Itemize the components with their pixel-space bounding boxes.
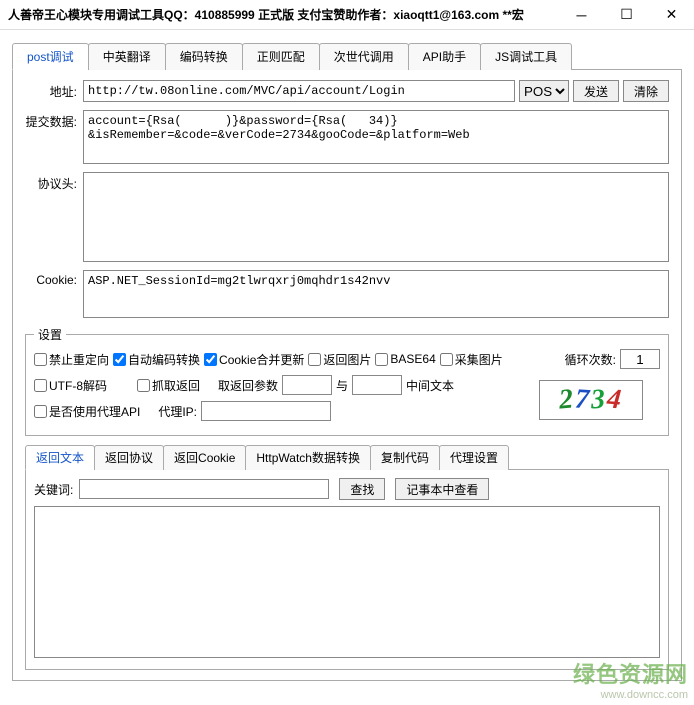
cookie-textarea[interactable]: ASP.NET_SessionId=mg2tlwrqxrj0mqhdr1s42n…	[83, 270, 669, 318]
main-tabs: post调试 中英翻译 编码转换 正则匹配 次世代调用 API助手 JS调试工具	[12, 42, 682, 70]
response-textarea[interactable]	[34, 506, 660, 658]
retparam-label: 取返回参数	[218, 377, 278, 394]
method-select[interactable]: POST	[519, 80, 569, 102]
tab-api[interactable]: API助手	[408, 43, 481, 70]
and-label: 与	[336, 377, 348, 394]
base64-check[interactable]: BASE64	[375, 352, 435, 366]
useproxy-check[interactable]: 是否使用代理API	[34, 403, 140, 420]
url-input[interactable]	[83, 80, 515, 102]
loop-label: 循环次数:	[565, 351, 616, 368]
subtab-proxy-settings[interactable]: 代理设置	[439, 445, 509, 470]
clear-button[interactable]: 清除	[623, 80, 669, 102]
submit-label: 提交数据:	[25, 110, 83, 130]
autoencode-check[interactable]: 自动编码转换	[113, 351, 200, 368]
find-button[interactable]: 查找	[339, 478, 385, 500]
tab-nextgen[interactable]: 次世代调用	[319, 43, 409, 70]
settings-legend: 设置	[34, 326, 66, 343]
proxyip-label: 代理IP:	[158, 403, 197, 420]
keyword-input[interactable]	[79, 479, 329, 499]
subtab-copy-code[interactable]: 复制代码	[370, 445, 440, 470]
captcha-image: 2734	[539, 380, 643, 420]
loop-input[interactable]	[620, 349, 660, 369]
window-title: 人善帝王心模块专用调试工具QQ：410885999 正式版 支付宝赞助作者：xi…	[8, 6, 524, 23]
close-button[interactable]: ✕	[649, 0, 694, 30]
notepad-button[interactable]: 记事本中查看	[395, 478, 489, 500]
tab-post-debug[interactable]: post调试	[12, 43, 89, 70]
noredirect-check[interactable]: 禁止重定向	[34, 351, 109, 368]
keyword-label: 关键词:	[34, 481, 73, 498]
utf8-check[interactable]: UTF-8解码	[34, 377, 107, 394]
tab-js[interactable]: JS调试工具	[480, 43, 572, 70]
grab-check[interactable]: 抓取返回	[137, 377, 200, 394]
titlebar: 人善帝王心模块专用调试工具QQ：410885999 正式版 支付宝赞助作者：xi…	[0, 0, 694, 30]
tab-regex[interactable]: 正则匹配	[242, 43, 320, 70]
tab-encode[interactable]: 编码转换	[165, 43, 243, 70]
window-controls: ─ ☐ ✕	[559, 0, 694, 30]
subtab-response-text[interactable]: 返回文本	[25, 445, 95, 470]
cookie-label: Cookie:	[25, 270, 83, 287]
retparam1-input[interactable]	[282, 375, 332, 395]
maximize-button[interactable]: ☐	[604, 0, 649, 30]
proxyip-input[interactable]	[201, 401, 331, 421]
subtab-response-proto[interactable]: 返回协议	[94, 445, 164, 470]
sub-tabs: 返回文本 返回协议 返回Cookie HttpWatch数据转换 复制代码 代理…	[25, 444, 669, 470]
header-textarea[interactable]	[83, 172, 669, 262]
sub-panel: 关键词: 查找 记事本中查看	[25, 470, 669, 670]
header-label: 协议头:	[25, 172, 83, 192]
url-label: 地址:	[25, 80, 83, 100]
main-panel: 地址: POST 发送 清除 提交数据: account={Rsa( )}&pa…	[12, 70, 682, 681]
retparam2-input[interactable]	[352, 375, 402, 395]
minimize-button[interactable]: ─	[559, 0, 604, 30]
send-button[interactable]: 发送	[573, 80, 619, 102]
submit-data-textarea[interactable]: account={Rsa( )}&password={Rsa( 34)} &is…	[83, 110, 669, 164]
collectimage-check[interactable]: 采集图片	[440, 351, 503, 368]
subtab-httpwatch[interactable]: HttpWatch数据转换	[245, 445, 371, 470]
subtab-response-cookie[interactable]: 返回Cookie	[163, 445, 246, 470]
midtext-label: 中间文本	[406, 377, 454, 394]
retimage-check[interactable]: 返回图片	[308, 351, 371, 368]
cookiemerge-check[interactable]: Cookie合并更新	[204, 351, 304, 368]
tab-translate[interactable]: 中英翻译	[88, 43, 166, 70]
